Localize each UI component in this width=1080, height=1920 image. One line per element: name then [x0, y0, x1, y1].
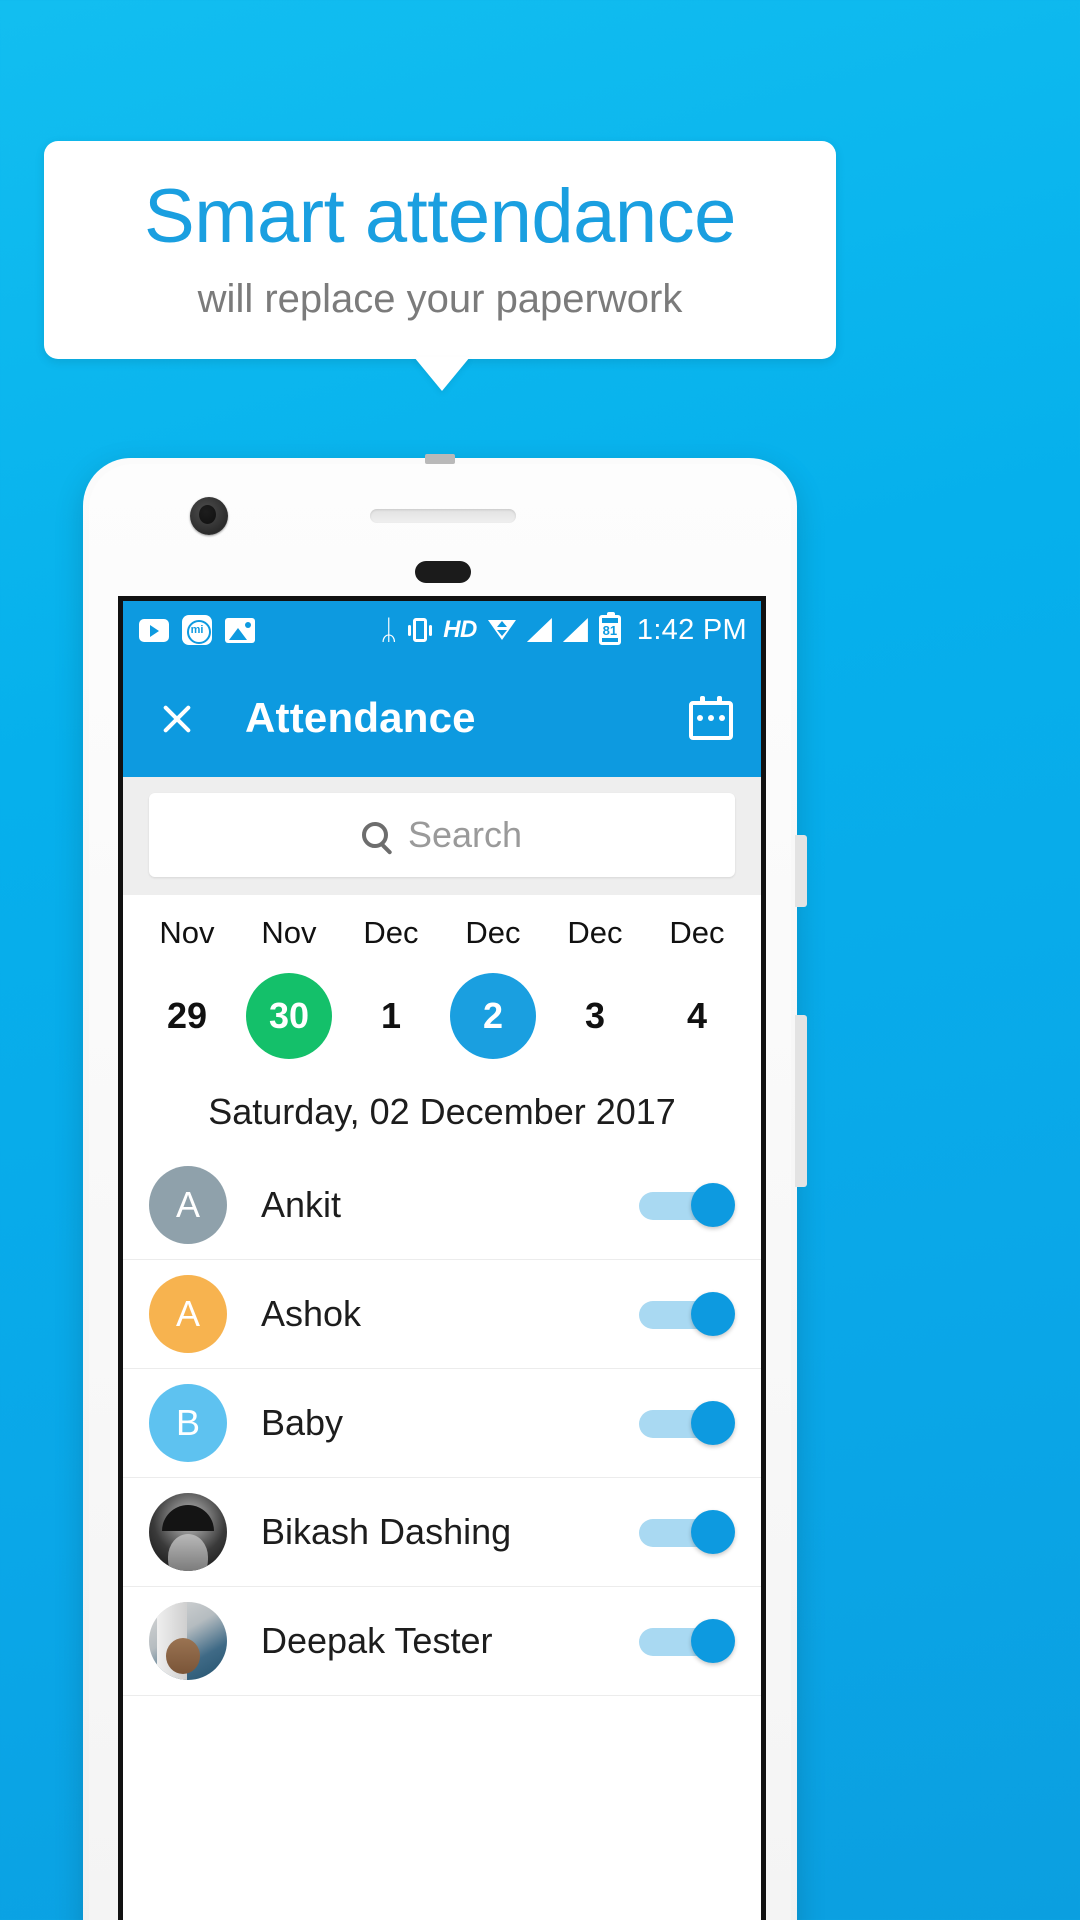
- bluetooth-icon: ᛦ: [380, 614, 398, 645]
- attendance-row[interactable]: A Ankit: [123, 1151, 761, 1259]
- date-day-number[interactable]: 2: [450, 973, 536, 1059]
- person-name: Deepak Tester: [261, 1620, 493, 1661]
- battery-icon: 81: [598, 612, 621, 645]
- search-section: Search: [123, 777, 761, 895]
- date-month-label: Nov: [159, 915, 215, 950]
- search-icon: [361, 822, 388, 848]
- date-cell[interactable]: Dec 4: [649, 915, 745, 1059]
- mi-fit-icon: [182, 615, 212, 645]
- avatar: [149, 1602, 227, 1680]
- attendance-row[interactable]: Deepak Tester: [123, 1587, 761, 1695]
- attendance-toggle[interactable]: [639, 1401, 735, 1445]
- attendance-row[interactable]: B Baby: [123, 1369, 761, 1477]
- close-icon[interactable]: [157, 698, 197, 738]
- avatar-initial: A: [175, 1293, 200, 1334]
- date-cell[interactable]: Nov 30: [241, 915, 337, 1059]
- hd-icon: HD: [443, 616, 477, 643]
- person-name: Ashok: [261, 1293, 362, 1334]
- promo-title: Smart attendance: [144, 173, 736, 259]
- avatar: A: [149, 1166, 227, 1244]
- signal-2-icon: [562, 618, 588, 642]
- avatar: B: [149, 1384, 227, 1462]
- date-strip[interactable]: Nov 29 Nov 30 Dec 1 Dec 2 Dec 3 Dec 4: [123, 895, 761, 1067]
- toggle-knob: [691, 1183, 735, 1227]
- vibrate-icon: [408, 618, 433, 642]
- date-cell[interactable]: Dec 2: [445, 915, 541, 1059]
- page-title: Attendance: [245, 694, 476, 741]
- toggle-knob: [691, 1401, 735, 1445]
- date-month-label: Dec: [567, 915, 623, 950]
- person-name: Bikash Dashing: [261, 1511, 512, 1552]
- attendance-toggle[interactable]: [639, 1510, 735, 1554]
- phone-antenna-line: [425, 454, 455, 464]
- avatar-initial: B: [175, 1402, 200, 1443]
- signal-1-icon: [526, 618, 552, 642]
- person-name: Baby: [261, 1402, 344, 1443]
- wifi-icon: [487, 617, 516, 643]
- calendar-icon[interactable]: [689, 696, 733, 740]
- phone-home-indicator: [415, 561, 471, 583]
- promo-subtitle: will replace your paperwork: [197, 276, 683, 321]
- promo-banner: Smart attendance will replace your paper…: [44, 141, 836, 359]
- date-day-number[interactable]: 3: [552, 973, 638, 1059]
- youtube-icon: [139, 618, 169, 642]
- date-day-number[interactable]: 29: [144, 973, 230, 1059]
- list-divider: [123, 1695, 761, 1696]
- attendance-toggle[interactable]: [639, 1292, 735, 1336]
- attendance-toggle[interactable]: [639, 1183, 735, 1227]
- date-month-label: Dec: [465, 915, 521, 950]
- avatar: A: [149, 1275, 227, 1353]
- avatar: [149, 1493, 227, 1571]
- date-day-number[interactable]: 30: [246, 973, 332, 1059]
- attendance-toggle[interactable]: [639, 1619, 735, 1663]
- phone-volume-button[interactable]: [795, 1015, 807, 1187]
- avatar-initial: A: [175, 1184, 200, 1225]
- promo-banner-tail: [414, 357, 470, 391]
- attendance-list: A Ankit A Ashok B Baby Bikash Dashing Deepak Te…: [123, 1151, 761, 1696]
- date-month-label: Nov: [261, 915, 317, 950]
- toggle-knob: [691, 1510, 735, 1554]
- search-bar[interactable]: Search: [149, 793, 735, 877]
- person-name: Ankit: [261, 1184, 342, 1225]
- status-bar-clock: 1:42 PM: [636, 613, 747, 646]
- toggle-knob: [691, 1292, 735, 1336]
- date-day-number[interactable]: 1: [348, 973, 434, 1059]
- status-bar: ᛦ HD 81 1:42 PM: [123, 601, 761, 659]
- app-bar: Attendance: [123, 659, 761, 777]
- date-month-label: Dec: [363, 915, 419, 950]
- date-day-number[interactable]: 4: [654, 973, 740, 1059]
- attendance-row[interactable]: Bikash Dashing: [123, 1478, 761, 1586]
- date-cell[interactable]: Nov 29: [139, 915, 235, 1059]
- phone-camera-icon: [190, 497, 228, 535]
- battery-level: 81: [601, 622, 618, 638]
- phone-screen: ᛦ HD 81 1:42 PM Attendance: [118, 596, 766, 1920]
- gallery-icon: [225, 617, 255, 643]
- attendance-row[interactable]: A Ashok: [123, 1260, 761, 1368]
- phone-earpiece: [370, 509, 516, 523]
- date-cell[interactable]: Dec 3: [547, 915, 643, 1059]
- toggle-knob: [691, 1619, 735, 1663]
- date-cell[interactable]: Dec 1: [343, 915, 439, 1059]
- date-month-label: Dec: [669, 915, 725, 950]
- selected-date-header: Saturday, 02 December 2017: [208, 1091, 676, 1132]
- search-input[interactable]: Search: [408, 814, 522, 856]
- phone-power-button[interactable]: [795, 835, 807, 907]
